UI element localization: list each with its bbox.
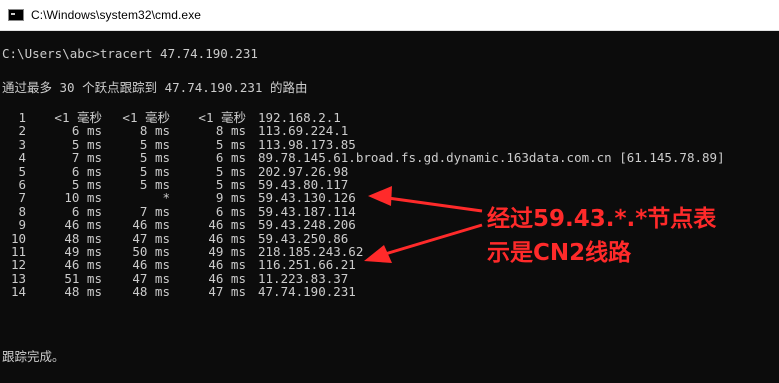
annotation-line-1: 经过59.43.*.*节点表 (487, 206, 717, 232)
annotation-line-2: 示是CN2线路 (487, 240, 632, 266)
title-bar[interactable]: C:\Windows\system32\cmd.exe (0, 0, 779, 31)
hop-number: 14 (10, 284, 26, 300)
trace-header: 通过最多 30 个跃点跟踪到 47.74.190.231 的路由 (2, 80, 308, 95)
hop-time-3: 47 ms (208, 284, 246, 300)
hop-time-2: 48 ms (132, 284, 170, 300)
hop-time-1: 48 ms (64, 284, 102, 300)
hop-host: 47.74.190.231 (258, 284, 356, 300)
trace-footer: 跟踪完成。 (2, 349, 65, 364)
cmd-window: C:\Windows\system32\cmd.exe C:\Users\abc… (0, 0, 779, 383)
hop-time-2: 5 ms (139, 177, 170, 192)
cmd-icon (8, 9, 24, 21)
command-line: C:\Users\abc>tracert 47.74.190.231 (2, 46, 258, 61)
cn2-annotation: 经过59.43.*.*节点表 示是CN2线路 (487, 202, 772, 270)
window-title: C:\Windows\system32\cmd.exe (31, 8, 202, 22)
